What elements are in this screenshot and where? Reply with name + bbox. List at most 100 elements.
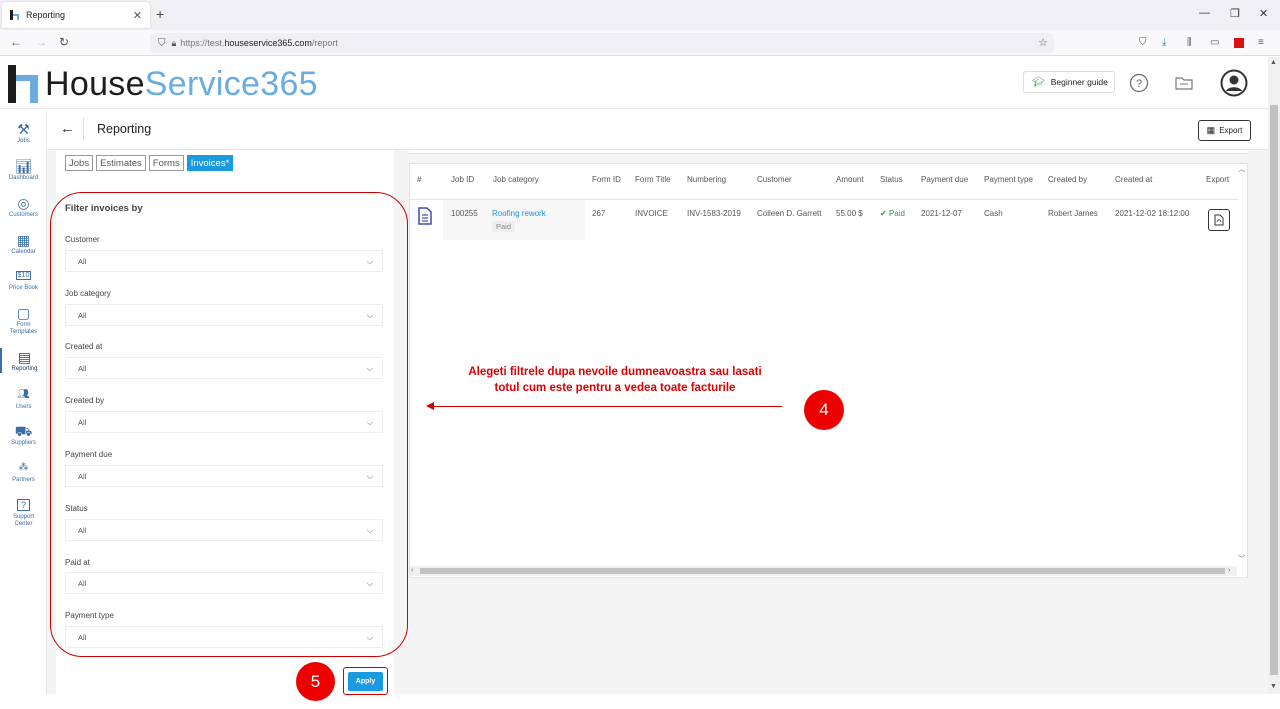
tab-estimates[interactable]: Estimates	[96, 155, 146, 171]
beginner-guide-button[interactable]: 🎓︎ Beginner guide	[1023, 71, 1115, 93]
column-header[interactable]: Numbering	[687, 175, 726, 184]
apply-button[interactable]: Apply	[348, 672, 383, 691]
tab-forms[interactable]: Forms	[148, 155, 184, 171]
pocket-icon[interactable]: ⛉	[1139, 37, 1147, 48]
calendar-icon: ▦	[16, 232, 31, 248]
arrow-left-icon	[426, 402, 434, 410]
export-button[interactable]: ▦ Export	[1198, 120, 1251, 141]
lock-icon: 🔒︎	[171, 37, 177, 48]
cell-created-by: Robert James	[1048, 209, 1098, 218]
scroll-up-icon[interactable]: ︿	[1238, 164, 1245, 174]
sidebar-item-form-templates[interactable]: ▢ Form Templates	[0, 304, 47, 336]
user-avatar-icon[interactable]	[1220, 69, 1248, 97]
column-header: #	[417, 175, 422, 184]
sidebar: ⚒ Jobs 📊︎ Dashboard ◎ Customers ▦ Calend…	[0, 110, 47, 694]
column-header[interactable]: Created by	[1048, 175, 1087, 184]
column-header[interactable]: Payment due	[921, 175, 968, 184]
help-icon[interactable]: ?	[1129, 73, 1149, 93]
reporting-icon: ▤	[17, 349, 32, 365]
chart-icon: 📊︎	[14, 158, 33, 174]
extension-icon[interactable]	[1234, 38, 1244, 48]
browser-tabbar: Reporting ✕ + — ❐ ✕	[0, 0, 1280, 30]
library-icon[interactable]: ⫼	[1187, 37, 1192, 48]
cell-customer: Colleen D. Garrett	[757, 209, 822, 218]
cell-numbering: INV-1583-2019	[687, 209, 741, 218]
column-header[interactable]: Amount	[836, 175, 864, 184]
sidebar-item-customers[interactable]: ◎ Customers	[0, 194, 47, 219]
annotation-arrow	[432, 406, 782, 407]
scroll-down-icon[interactable]: ﹀	[1238, 554, 1245, 564]
new-tab-icon[interactable]: +	[156, 6, 164, 22]
sidebar-item-calendar[interactable]: ▦ Calendar	[0, 231, 47, 256]
restore-icon[interactable]: ❐	[1230, 7, 1240, 20]
tab-title: Reporting	[26, 10, 66, 20]
url-bar[interactable]: ⛉ 🔒︎ https://test.houseservice365.com/re…	[150, 33, 1054, 53]
cell-created-at: 2021-12-02 18:12:00	[1115, 209, 1190, 218]
cell-amount: 55.00 $	[836, 209, 863, 218]
scroll-right-icon[interactable]: ›	[1228, 566, 1230, 576]
export-pdf-button[interactable]	[1208, 209, 1230, 231]
folder-icon[interactable]	[1174, 73, 1194, 93]
favicon-icon	[10, 10, 20, 20]
customers-icon: ◎	[17, 195, 30, 211]
partners-icon: ⁂	[18, 462, 29, 473]
column-header[interactable]: Job ID	[451, 175, 474, 184]
svg-text:?: ?	[1136, 78, 1142, 90]
column-header[interactable]: Job category	[493, 175, 539, 184]
sidebar-item-price-book[interactable]: $10 Price Book	[0, 267, 47, 292]
download-icon[interactable]: ⤓	[1162, 37, 1166, 48]
page-title: Reporting	[97, 122, 152, 136]
users-icon: 👥︎	[17, 389, 30, 400]
column-header[interactable]: Created at	[1115, 175, 1152, 184]
cell-job-category[interactable]: Roofing rework	[492, 209, 546, 218]
pdf-icon	[1214, 214, 1224, 226]
suppliers-icon: ⛟	[14, 423, 33, 439]
graduation-cap-icon: 🎓︎	[1032, 76, 1045, 88]
scroll-up-icon[interactable]: ▲	[1270, 59, 1277, 66]
tab-jobs[interactable]: Jobs	[65, 155, 94, 171]
close-tab-icon[interactable]: ✕	[133, 9, 142, 22]
step-badge-4: 4	[804, 390, 844, 430]
form-templates-icon: ▢	[16, 305, 31, 321]
sidebar-item-suppliers[interactable]: ⛟ Suppliers	[0, 422, 47, 447]
page-scrollbar[interactable]: ▲ ▼	[1268, 57, 1280, 694]
close-window-icon[interactable]: ✕	[1259, 7, 1268, 20]
scrollbar-thumb[interactable]	[1270, 105, 1278, 675]
cell-job-id: 100255	[451, 209, 478, 218]
sidebar-item-reporting[interactable]: ▤ Reporting	[0, 348, 47, 373]
tab-invoices[interactable]: Invoices*	[186, 155, 234, 171]
column-header[interactable]: Form ID	[592, 175, 621, 184]
menu-icon[interactable]: ≡	[1258, 37, 1264, 48]
sidebar-toggle-icon[interactable]: ▭	[1210, 37, 1219, 48]
annotation-text: Alegeti filtrele dupa nevoile dumneavoas…	[468, 366, 762, 394]
sidebar-item-partners[interactable]: ⁂ Partners	[0, 459, 47, 484]
sidebar-item-users[interactable]: 👥︎ Users	[0, 386, 47, 411]
back-arrow-icon[interactable]: ←	[60, 120, 75, 137]
document-icon[interactable]	[418, 207, 432, 225]
sidebar-item-jobs[interactable]: ⚒ Jobs	[0, 120, 47, 145]
minimize-icon[interactable]: —	[1199, 7, 1210, 19]
bookmark-star-icon[interactable]: ☆	[1038, 36, 1048, 49]
results-top-strip	[409, 150, 1248, 154]
url-text: https://test.houseservice365.com/report	[180, 38, 338, 48]
filter-highlight-outline	[50, 192, 408, 657]
column-header[interactable]: Form Title	[635, 175, 671, 184]
sidebar-item-dashboard[interactable]: 📊︎ Dashboard	[0, 157, 47, 182]
shield-icon: ⛉	[158, 37, 166, 49]
browser-tab[interactable]: Reporting ✕	[2, 2, 150, 28]
job-cell-background	[443, 200, 585, 240]
scrollbar-thumb[interactable]	[420, 568, 1225, 574]
forward-icon[interactable]: →	[35, 35, 47, 49]
table-vertical-scrollbar[interactable]: ︿ ﹀	[1236, 164, 1247, 566]
scroll-left-icon[interactable]: ‹	[411, 566, 413, 576]
scroll-down-icon[interactable]: ▼	[1270, 683, 1277, 690]
page-header: ← Reporting ▦ Export	[47, 110, 1268, 150]
column-header[interactable]: Status	[880, 175, 903, 184]
logo-icon	[8, 65, 38, 103]
table-horizontal-scrollbar[interactable]: ‹ ›	[410, 566, 1237, 576]
sidebar-item-support-center[interactable]: ? Support Center	[0, 496, 47, 528]
column-header[interactable]: Customer	[757, 175, 792, 184]
reload-icon[interactable]: ↻	[59, 35, 69, 49]
back-icon[interactable]: ←	[10, 35, 22, 49]
column-header[interactable]: Payment type	[984, 175, 1033, 184]
